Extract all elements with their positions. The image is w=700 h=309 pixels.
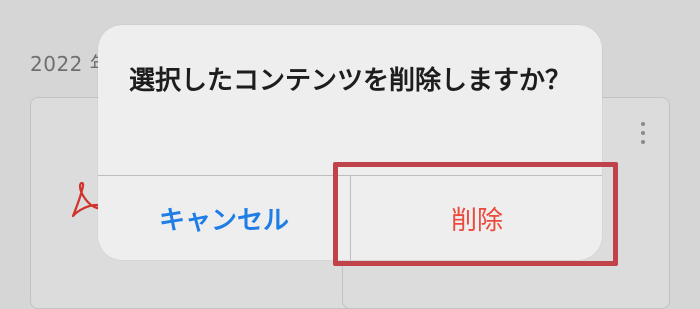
- cancel-button[interactable]: キャンセル: [98, 176, 350, 260]
- delete-confirm-dialog: 選択したコンテンツを削除しますか？ キャンセル 削除: [98, 25, 602, 260]
- dialog-message: 選択したコンテンツを削除しますか？: [128, 66, 571, 96]
- delete-button[interactable]: 削除: [351, 176, 602, 260]
- more-vertical-icon[interactable]: [641, 122, 645, 149]
- pdf-icon: [67, 180, 101, 224]
